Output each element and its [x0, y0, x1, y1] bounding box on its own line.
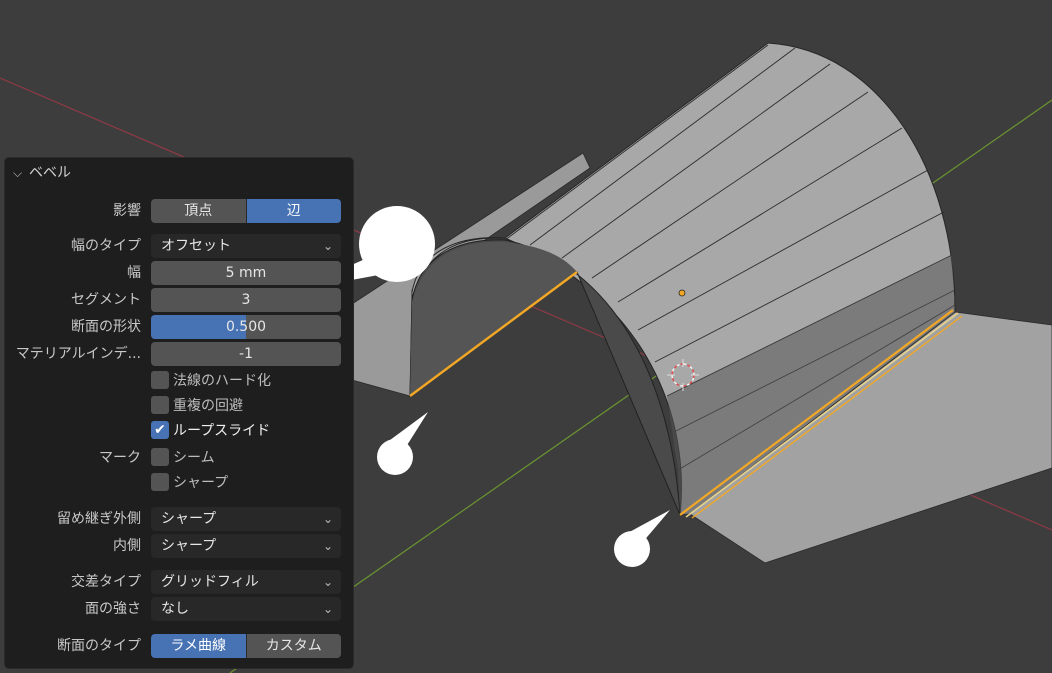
mark-seam-checkbox[interactable]: [151, 448, 169, 466]
loop-slide-checkbox[interactable]: ✔: [151, 421, 169, 439]
mark-seam-label[interactable]: シーム: [173, 446, 215, 470]
miter-inner-row: 内側 シャープ ⌄: [5, 534, 353, 558]
face-strength-row: 面の強さ なし ⌄: [5, 597, 353, 621]
loop-slide-label[interactable]: ループスライド: [173, 419, 270, 443]
callout-pointer-left-edge: [377, 412, 428, 475]
miter-outer-label: 留め継ぎ外側: [57, 511, 141, 527]
segments-field[interactable]: 3: [151, 288, 341, 312]
segments-value: 3: [241, 292, 251, 308]
chevron-down-icon: ⌄: [322, 512, 333, 526]
panel-header[interactable]: ⌵ ベベル: [13, 162, 71, 184]
clamp-overlap-row[interactable]: 重複の回避: [5, 394, 353, 418]
intersection-type-value: グリッドフィル: [161, 574, 259, 590]
profile-type-superellipse[interactable]: ラメ曲線: [151, 634, 246, 658]
segments-row: セグメント 3: [5, 288, 353, 312]
face-strength-value: なし: [161, 601, 189, 617]
intersection-type-label: 交差タイプ: [71, 574, 141, 590]
affect-row: 影響 頂点 辺: [5, 199, 353, 223]
loop-slide-row[interactable]: ✔ ループスライド: [5, 419, 353, 443]
intersection-type-dropdown[interactable]: グリッドフィル ⌄: [151, 570, 341, 594]
checkmark-icon: ✔: [154, 422, 166, 438]
affect-option-vertices[interactable]: 頂点: [151, 199, 246, 223]
width-label: 幅: [127, 265, 141, 281]
clamp-overlap-label[interactable]: 重複の回避: [173, 394, 243, 418]
width-type-value: オフセット: [161, 238, 231, 254]
affect-option-edges[interactable]: 辺: [245, 199, 341, 223]
material-index-value: -1: [239, 346, 253, 362]
callout-pointer-right-edge: [614, 510, 670, 567]
arch-inner-wall: [410, 241, 577, 396]
material-index-field[interactable]: -1: [151, 342, 341, 366]
mark-seam-row: マーク シーム: [5, 446, 353, 470]
chevron-down-icon: ⌄: [322, 602, 333, 616]
mark-sharp-label[interactable]: シャープ: [173, 471, 228, 495]
miter-inner-value: シャープ: [161, 538, 217, 554]
affect-toggle[interactable]: 頂点 辺: [151, 199, 341, 223]
width-type-dropdown[interactable]: オフセット ⌄: [151, 234, 341, 258]
miter-outer-row: 留め継ぎ外側 シャープ ⌄: [5, 507, 353, 531]
width-type-label: 幅のタイプ: [71, 238, 141, 254]
profile-type-label: 断面のタイプ: [57, 638, 141, 654]
width-type-row: 幅のタイプ オフセット ⌄: [5, 234, 353, 258]
width-row: 幅 5 mm: [5, 261, 353, 285]
affect-label: 影響: [113, 203, 141, 219]
profile-type-custom[interactable]: カスタム: [245, 634, 341, 658]
segments-label: セグメント: [71, 292, 141, 308]
profile-type-row: 断面のタイプ ラメ曲線 カスタム: [5, 634, 353, 658]
chevron-down-icon: ⌄: [322, 539, 333, 553]
width-value: 5 mm: [225, 265, 267, 281]
profile-type-toggle[interactable]: ラメ曲線 カスタム: [151, 634, 341, 658]
clamp-overlap-checkbox[interactable]: [151, 396, 169, 414]
mark-sharp-checkbox[interactable]: [151, 473, 169, 491]
miter-outer-value: シャープ: [161, 511, 217, 527]
miter-outer-dropdown[interactable]: シャープ ⌄: [151, 507, 341, 531]
profile-shape-row: 断面の形状 0.500: [5, 315, 353, 339]
profile-shape-value: 0.500: [225, 319, 267, 335]
harden-normals-checkbox[interactable]: [151, 371, 169, 389]
mark-label: マーク: [99, 450, 141, 466]
harden-normals-row[interactable]: 法線のハード化: [5, 369, 353, 393]
mark-sharp-row: シャープ: [5, 471, 353, 495]
chevron-down-icon[interactable]: ⌵: [13, 162, 29, 184]
face-strength-label: 面の強さ: [85, 601, 141, 617]
profile-shape-label: 断面の形状: [71, 319, 141, 335]
panel-title: ベベル: [29, 165, 71, 181]
harden-normals-label[interactable]: 法線のハード化: [173, 369, 271, 393]
material-index-label: マテリアルインデ...: [15, 346, 141, 362]
chevron-down-icon: ⌄: [322, 575, 333, 589]
miter-inner-label: 内側: [113, 538, 141, 554]
face-strength-dropdown[interactable]: なし ⌄: [151, 597, 341, 621]
chevron-down-icon: ⌄: [322, 239, 333, 253]
bevel-operator-panel[interactable]: ⌵ ベベル 影響 頂点 辺 幅のタイプ オフセット ⌄ 幅 5 mm セグメント 3…: [4, 157, 354, 669]
width-field[interactable]: 5 mm: [151, 261, 341, 285]
profile-shape-slider[interactable]: 0.500: [151, 315, 341, 339]
intersection-type-row: 交差タイプ グリッドフィル ⌄: [5, 570, 353, 594]
object-origin: [678, 289, 686, 297]
material-index-row: マテリアルインデ... -1: [5, 342, 353, 366]
miter-inner-dropdown[interactable]: シャープ ⌄: [151, 534, 341, 558]
